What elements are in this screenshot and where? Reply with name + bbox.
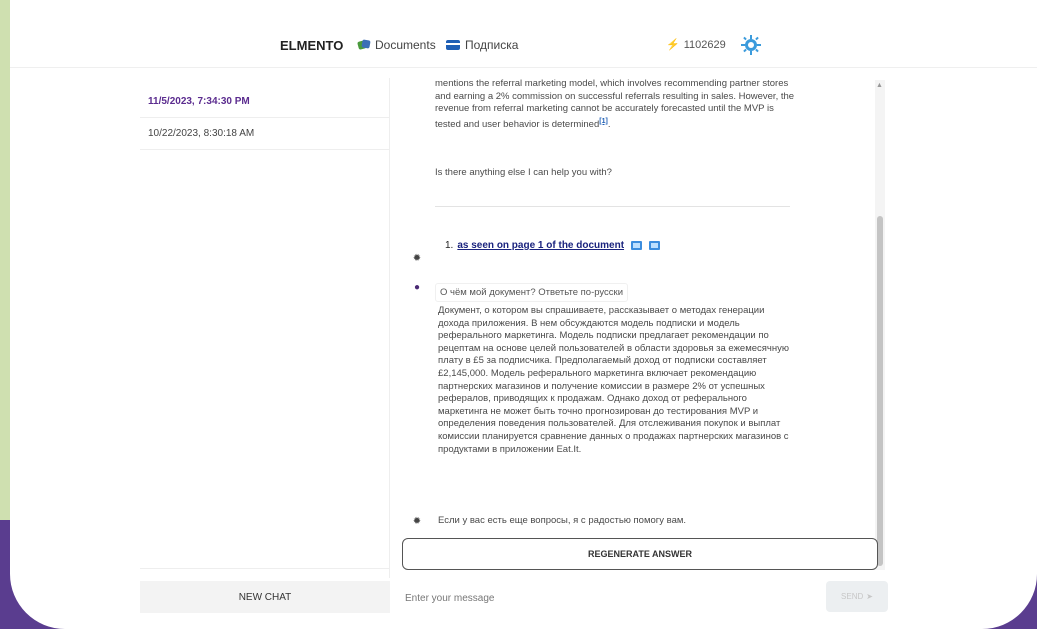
user-avatar-icon: ● — [413, 282, 421, 293]
chat-messages: mentions the referral marketing model, w… — [395, 78, 890, 570]
credits-value: 1102629 — [683, 38, 726, 51]
assistant-message-ru: Документ, о котором вы спрашиваете, расс… — [438, 305, 789, 455]
brand-logo[interactable]: ELMENTO — [280, 38, 343, 53]
user-message: О чём мой документ? Ответьте по-русски — [435, 283, 629, 302]
assistant-message-end: . — [607, 118, 611, 130]
reference-item: 1. as seen on page 1 of the document — [445, 240, 661, 251]
message-input[interactable] — [405, 586, 805, 610]
reference-link[interactable]: as seen on page 1 of the document — [457, 240, 624, 251]
assistant-message: mentions the referral marketing model, w… — [435, 78, 795, 132]
send-button[interactable]: SEND ➤ — [826, 581, 888, 612]
page-icon[interactable] — [631, 241, 643, 250]
regenerate-answer-button[interactable]: REGENERATE ANSWER — [402, 538, 878, 570]
send-label: SEND — [841, 592, 864, 601]
session-item[interactable]: 10/22/2023, 8:30:18 AM — [140, 118, 390, 150]
session-item-active[interactable]: 11/5/2023, 7:34:30 PM — [140, 86, 390, 118]
reference-number: 1. — [445, 240, 454, 251]
bot-avatar-icon: ✹ — [412, 253, 422, 264]
assistant-followup: Is there anything else I can help you wi… — [435, 167, 612, 178]
sidebar-divider — [140, 568, 390, 569]
scroll-up-icon[interactable]: ▲ — [876, 82, 883, 89]
gear-icon[interactable] — [740, 34, 762, 56]
assistant-message-text: mentions the referral marketing model, w… — [435, 78, 795, 130]
documents-icon — [358, 39, 370, 51]
bolt-icon: ⚡ — [666, 39, 680, 51]
book-icon[interactable] — [649, 241, 661, 250]
citation-link[interactable]: [1] — [599, 118, 608, 125]
top-navbar: ELMENTO Documents Подписка ⚡ 1102629 — [10, 0, 1037, 68]
nav-subscription[interactable]: Подписка — [446, 38, 518, 52]
nav-subscription-label: Подписка — [465, 38, 519, 52]
send-icon: ➤ — [866, 592, 873, 601]
scrollbar-thumb[interactable] — [877, 216, 883, 566]
new-chat-button[interactable]: NEW CHAT — [140, 581, 390, 613]
card-icon — [446, 40, 460, 50]
assistant-closing-ru: Если у вас есть еще вопросы, я с радость… — [438, 515, 687, 526]
credits-badge: ⚡ 1102629 — [666, 38, 726, 52]
chat-history-sidebar: 11/5/2023, 7:34:30 PM 10/22/2023, 8:30:1… — [140, 78, 390, 578]
bot-avatar-icon: ✹ — [412, 516, 422, 527]
chat-scrollbar[interactable]: ▲ — [875, 80, 885, 570]
references-divider — [435, 206, 790, 207]
nav-documents[interactable]: Documents — [358, 38, 436, 52]
nav-documents-label: Documents — [375, 38, 436, 52]
